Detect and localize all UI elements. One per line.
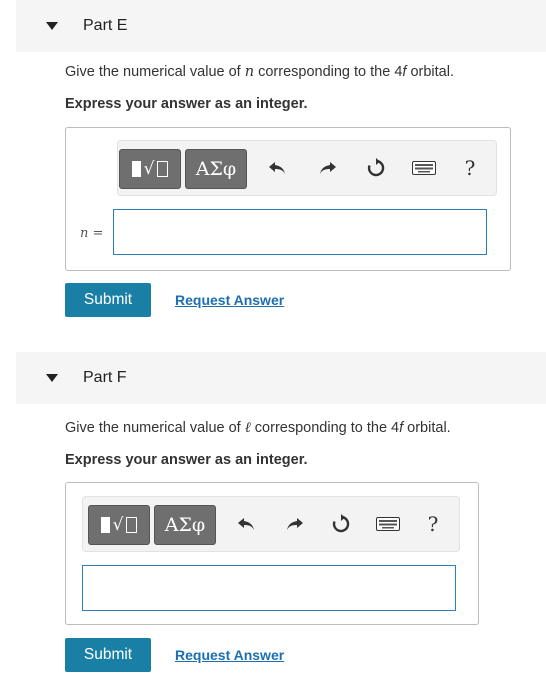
part-e-header[interactable]: Part E (16, 0, 546, 52)
keyboard-icon[interactable] (373, 509, 403, 539)
help-icon[interactable]: ? (457, 153, 483, 183)
answer-input[interactable] (82, 565, 456, 611)
help-icon[interactable]: ? (420, 509, 446, 539)
keyboard-icon[interactable] (409, 153, 439, 183)
symbols-button[interactable]: ΑΣφ (185, 149, 247, 189)
undo-icon[interactable] (265, 153, 291, 183)
symbols-button[interactable]: ΑΣφ (154, 505, 216, 545)
part-title: Part F (83, 369, 127, 386)
answer-instruction: Express your answer as an integer. (65, 96, 308, 112)
request-answer-link[interactable]: Request Answer (175, 647, 284, 663)
reset-icon[interactable] (328, 509, 354, 539)
question-prompt: Give the numerical value of n correspond… (65, 64, 454, 80)
math-toolbar: √ ΑΣφ ? (117, 140, 497, 196)
collapse-triangle-icon[interactable] (46, 22, 58, 30)
redo-icon[interactable] (281, 509, 307, 539)
answer-input[interactable] (113, 209, 487, 255)
answer-panel: √ ΑΣφ ? n = (65, 127, 511, 271)
input-label: n = (80, 226, 104, 241)
collapse-triangle-icon[interactable] (46, 374, 58, 382)
part-title: Part E (83, 17, 128, 34)
submit-button[interactable]: Submit (65, 638, 151, 672)
reset-icon[interactable] (363, 153, 389, 183)
math-toolbar: √ ΑΣφ ? (82, 496, 460, 552)
answer-instruction: Express your answer as an integer. (65, 452, 308, 468)
part-f-header[interactable]: Part F (16, 352, 546, 404)
undo-icon[interactable] (234, 509, 260, 539)
templates-icon: √ (131, 159, 169, 179)
templates-icon: √ (100, 515, 138, 535)
answer-panel: √ ΑΣφ ? (65, 482, 479, 625)
question-prompt: Give the numerical value of ℓ correspond… (65, 420, 451, 436)
redo-icon[interactable] (314, 153, 340, 183)
request-answer-link[interactable]: Request Answer (175, 292, 284, 308)
templates-button[interactable]: √ (88, 505, 150, 545)
templates-button[interactable]: √ (119, 149, 181, 189)
submit-button[interactable]: Submit (65, 283, 151, 317)
